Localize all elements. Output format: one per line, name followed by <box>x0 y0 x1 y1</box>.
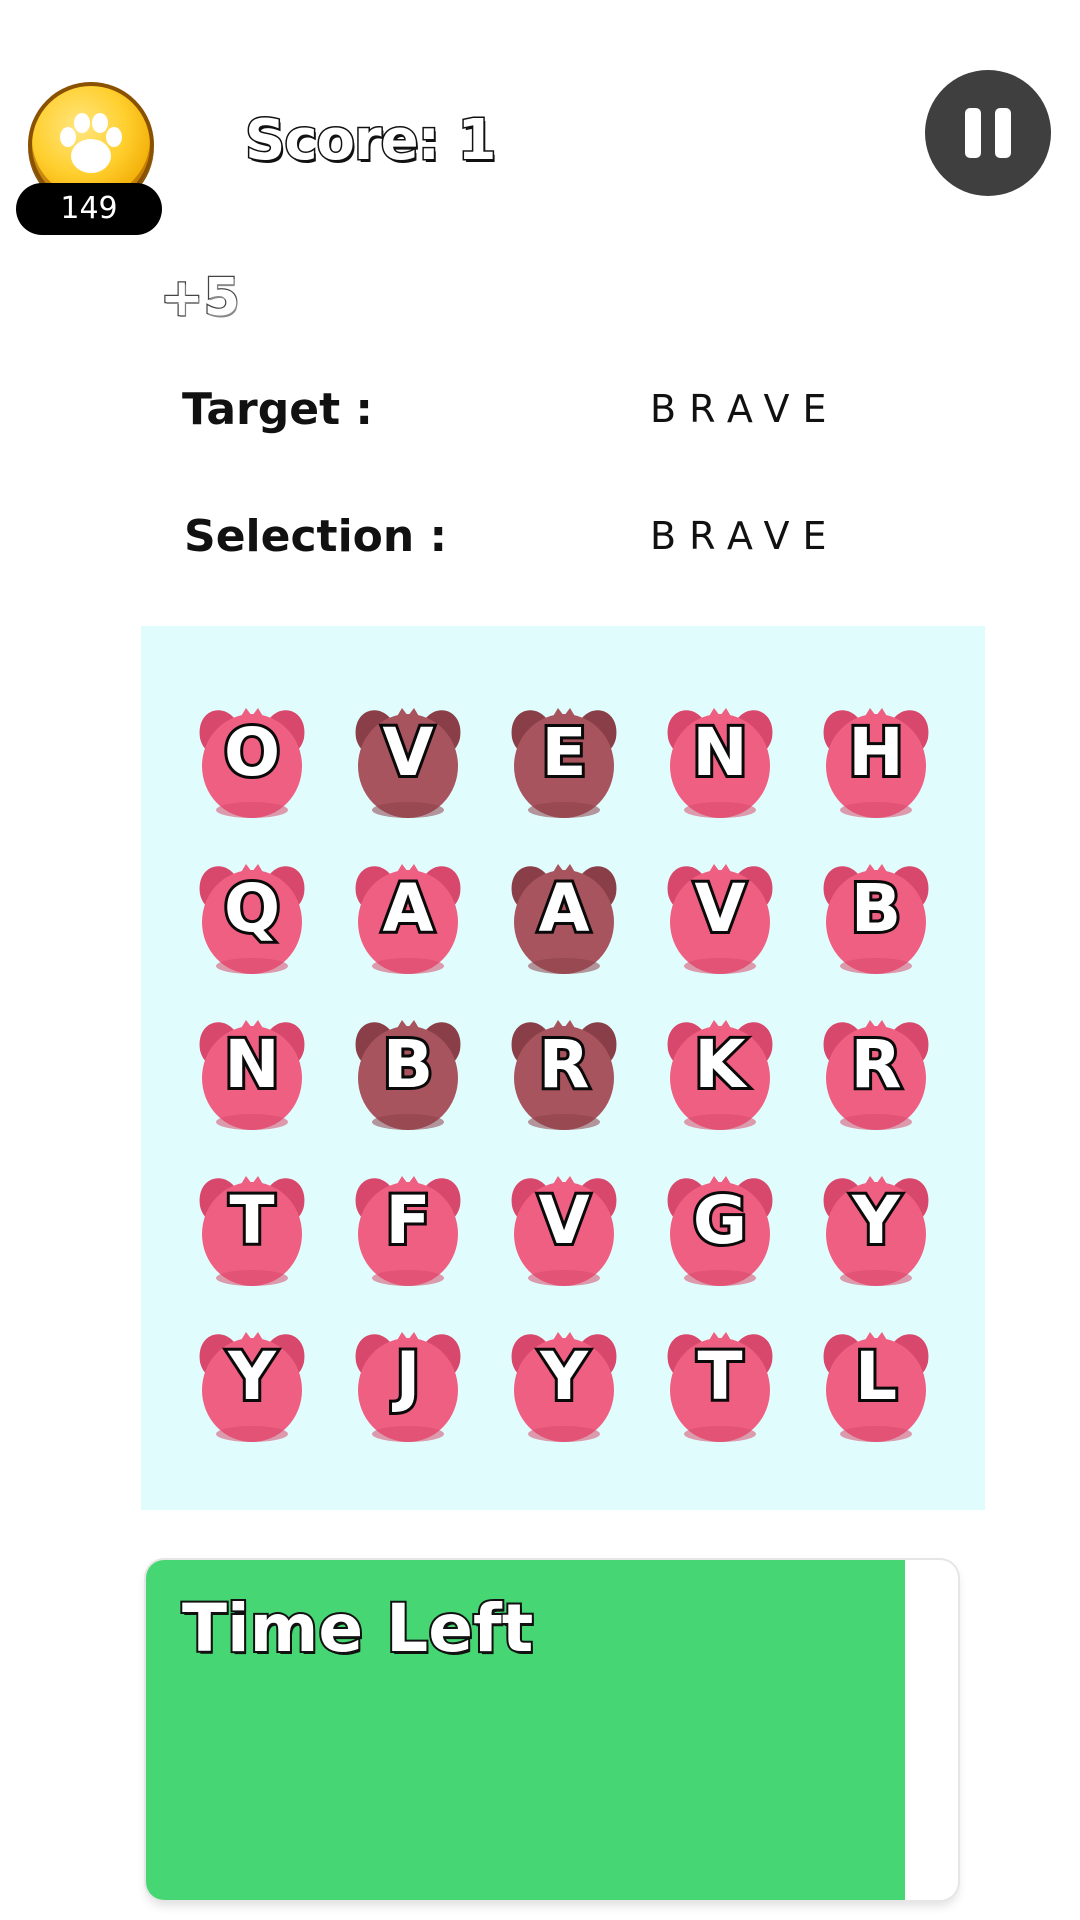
tile-letter: J <box>393 1335 424 1418</box>
tile-letter: O <box>221 711 283 794</box>
tile-letter: E <box>538 711 589 794</box>
letter-tile[interactable]: B <box>814 854 938 978</box>
letter-tile[interactable]: A <box>502 854 626 978</box>
letter-tile[interactable]: B <box>346 1010 470 1134</box>
letter-tile[interactable]: G <box>658 1166 782 1290</box>
selection-label: Selection : <box>184 511 448 562</box>
tile-letter: R <box>536 1023 593 1106</box>
letter-tile[interactable]: E <box>502 698 626 822</box>
letter-tile[interactable]: R <box>814 1010 938 1134</box>
tile-letter: G <box>690 1179 750 1262</box>
tile-letter: H <box>845 711 906 794</box>
target-label: Target : <box>182 384 374 435</box>
tile-letter: R <box>848 1023 905 1106</box>
letter-tile[interactable]: J <box>346 1322 470 1446</box>
letter-tile[interactable]: H <box>814 698 938 822</box>
tile-letter: N <box>689 711 750 794</box>
letter-tile[interactable]: V <box>346 698 470 822</box>
tile-letter: K <box>691 1023 748 1106</box>
pause-icon <box>965 108 981 158</box>
letter-tile[interactable]: L <box>814 1322 938 1446</box>
pause-button[interactable] <box>925 70 1051 196</box>
tile-letter: V <box>691 867 748 950</box>
letter-tile[interactable]: O <box>190 698 314 822</box>
letter-tile[interactable]: T <box>658 1322 782 1446</box>
tile-letter: Y <box>225 1335 279 1418</box>
tile-letter: T <box>226 1179 277 1262</box>
tile-letter: V <box>535 1179 592 1262</box>
letter-tile[interactable]: F <box>346 1166 470 1290</box>
tile-letter: Y <box>537 1335 591 1418</box>
tile-letter: B <box>380 1023 436 1106</box>
letter-grid: OVENHQAAVBNBRKRTFVGYYJYTL <box>141 626 985 1510</box>
letter-tile[interactable]: K <box>658 1010 782 1134</box>
letter-tile[interactable]: N <box>658 698 782 822</box>
letter-tile[interactable]: N <box>190 1010 314 1134</box>
coin-count: 149 <box>16 183 162 235</box>
pause-icon <box>995 108 1011 158</box>
tile-letter: Q <box>221 867 283 950</box>
timer-label: Time Left <box>180 1588 535 1669</box>
letter-tile[interactable]: A <box>346 854 470 978</box>
tile-letter: V <box>379 711 436 794</box>
selection-word: BRAVE <box>650 514 840 558</box>
tile-letter: L <box>852 1335 900 1418</box>
letter-tile[interactable]: Y <box>502 1322 626 1446</box>
tile-letter: T <box>694 1335 745 1418</box>
tile-letter: A <box>535 867 592 950</box>
letter-tile[interactable]: Y <box>190 1322 314 1446</box>
letter-tile[interactable]: Q <box>190 854 314 978</box>
letter-tile[interactable]: Y <box>814 1166 938 1290</box>
letter-tile[interactable]: V <box>658 854 782 978</box>
letter-tile[interactable]: T <box>190 1166 314 1290</box>
paw-print-icon <box>60 113 122 173</box>
tile-letter: N <box>221 1023 282 1106</box>
target-word: BRAVE <box>650 387 840 431</box>
score-label: Score: 1 <box>243 107 497 175</box>
letter-tile[interactable]: R <box>502 1010 626 1134</box>
letter-tile[interactable]: V <box>502 1166 626 1290</box>
bonus-popup: +5 <box>159 267 241 330</box>
tile-letter: B <box>848 867 904 950</box>
tile-letter: Y <box>849 1179 903 1262</box>
tile-letter: A <box>379 867 436 950</box>
tile-letter: F <box>382 1179 433 1262</box>
